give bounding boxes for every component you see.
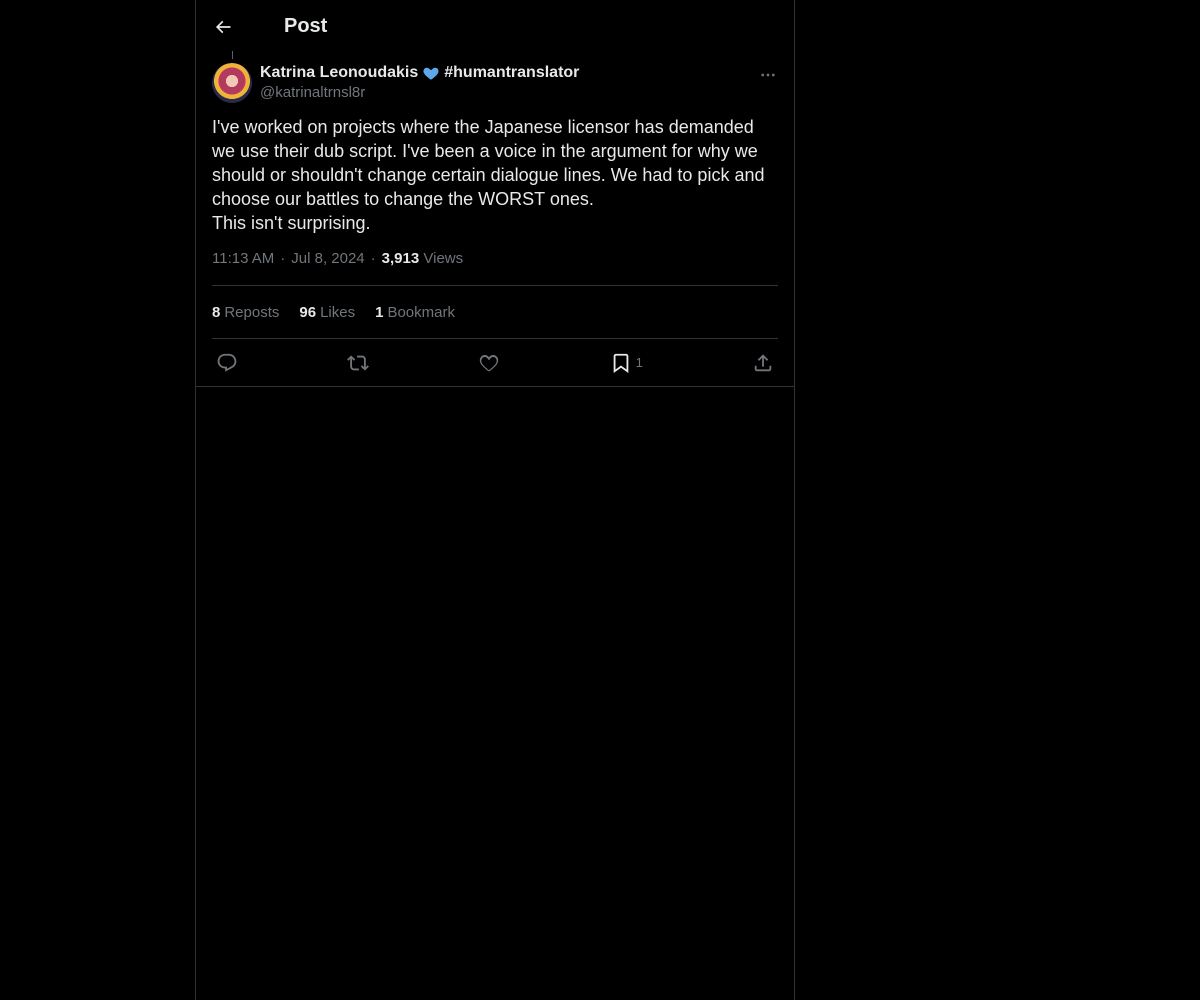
reply-icon [217, 353, 237, 372]
author-info: Katrina Leonoudakis #humantranslator @ka… [260, 63, 758, 103]
reposts-stat[interactable]: 8 Reposts [212, 304, 279, 321]
post-divider [196, 386, 794, 387]
bookmarks-label: Bookmark [387, 303, 455, 321]
action-bar: 1 [212, 339, 778, 386]
engagement-stats: 8 Reposts 96 Likes 1 Bookmark [212, 286, 778, 339]
repost-icon [347, 355, 370, 370]
page-title: Post [284, 15, 328, 37]
likes-count: 96 [299, 303, 317, 321]
repost-button[interactable] [347, 352, 370, 374]
reposts-count: 8 [212, 303, 221, 321]
heart-icon [480, 354, 499, 372]
bookmark-count: 1 [635, 355, 643, 370]
ellipsis-icon [761, 73, 775, 77]
author-handle[interactable]: @katrinaltrnsl8r [260, 83, 758, 103]
author-row: Katrina Leonoudakis #humantranslator @ka… [212, 53, 778, 103]
author-name-line[interactable]: Katrina Leonoudakis #humantranslator [260, 63, 758, 83]
likes-label: Likes [320, 303, 356, 321]
author-hashtag: #humantranslator [444, 64, 580, 81]
bookmark-button[interactable]: 1 [610, 352, 643, 374]
avatar[interactable] [212, 63, 252, 103]
views-label: Views [423, 250, 464, 267]
views-count: 3,913 [381, 250, 420, 267]
share-icon [754, 353, 772, 371]
like-button[interactable] [478, 352, 500, 374]
back-button[interactable] [212, 16, 234, 38]
reposts-label: Reposts [224, 303, 280, 321]
reply-button[interactable] [216, 352, 238, 374]
post-meta: 11:13 AM · Jul 8, 2024 · 3,913 Views [212, 249, 778, 286]
post-date[interactable]: Jul 8, 2024 [291, 250, 364, 267]
share-button[interactable] [752, 352, 774, 374]
post-time[interactable]: 11:13 AM [212, 250, 274, 267]
likes-stat[interactable]: 96 Likes [299, 304, 355, 321]
thread-line [232, 51, 233, 59]
more-options-button[interactable] [758, 65, 778, 85]
meta-separator: · [280, 250, 286, 267]
post-text: I've worked on projects where the Japane… [212, 117, 765, 233]
author-name[interactable]: Katrina Leonoudakis [260, 63, 418, 83]
arrow-left-icon [215, 20, 231, 33]
bookmarks-stat[interactable]: 1 Bookmark [375, 304, 455, 321]
blue-heart-icon [422, 64, 440, 82]
bookmark-icon [613, 353, 628, 373]
meta-separator: · [370, 250, 376, 267]
header-bar: Post [196, 0, 794, 53]
post-column: Post Katrina Leonoudakis #humantranslato… [195, 0, 795, 1000]
bookmarks-count: 1 [375, 303, 384, 321]
post-detail: Katrina Leonoudakis #humantranslator @ka… [196, 51, 794, 387]
